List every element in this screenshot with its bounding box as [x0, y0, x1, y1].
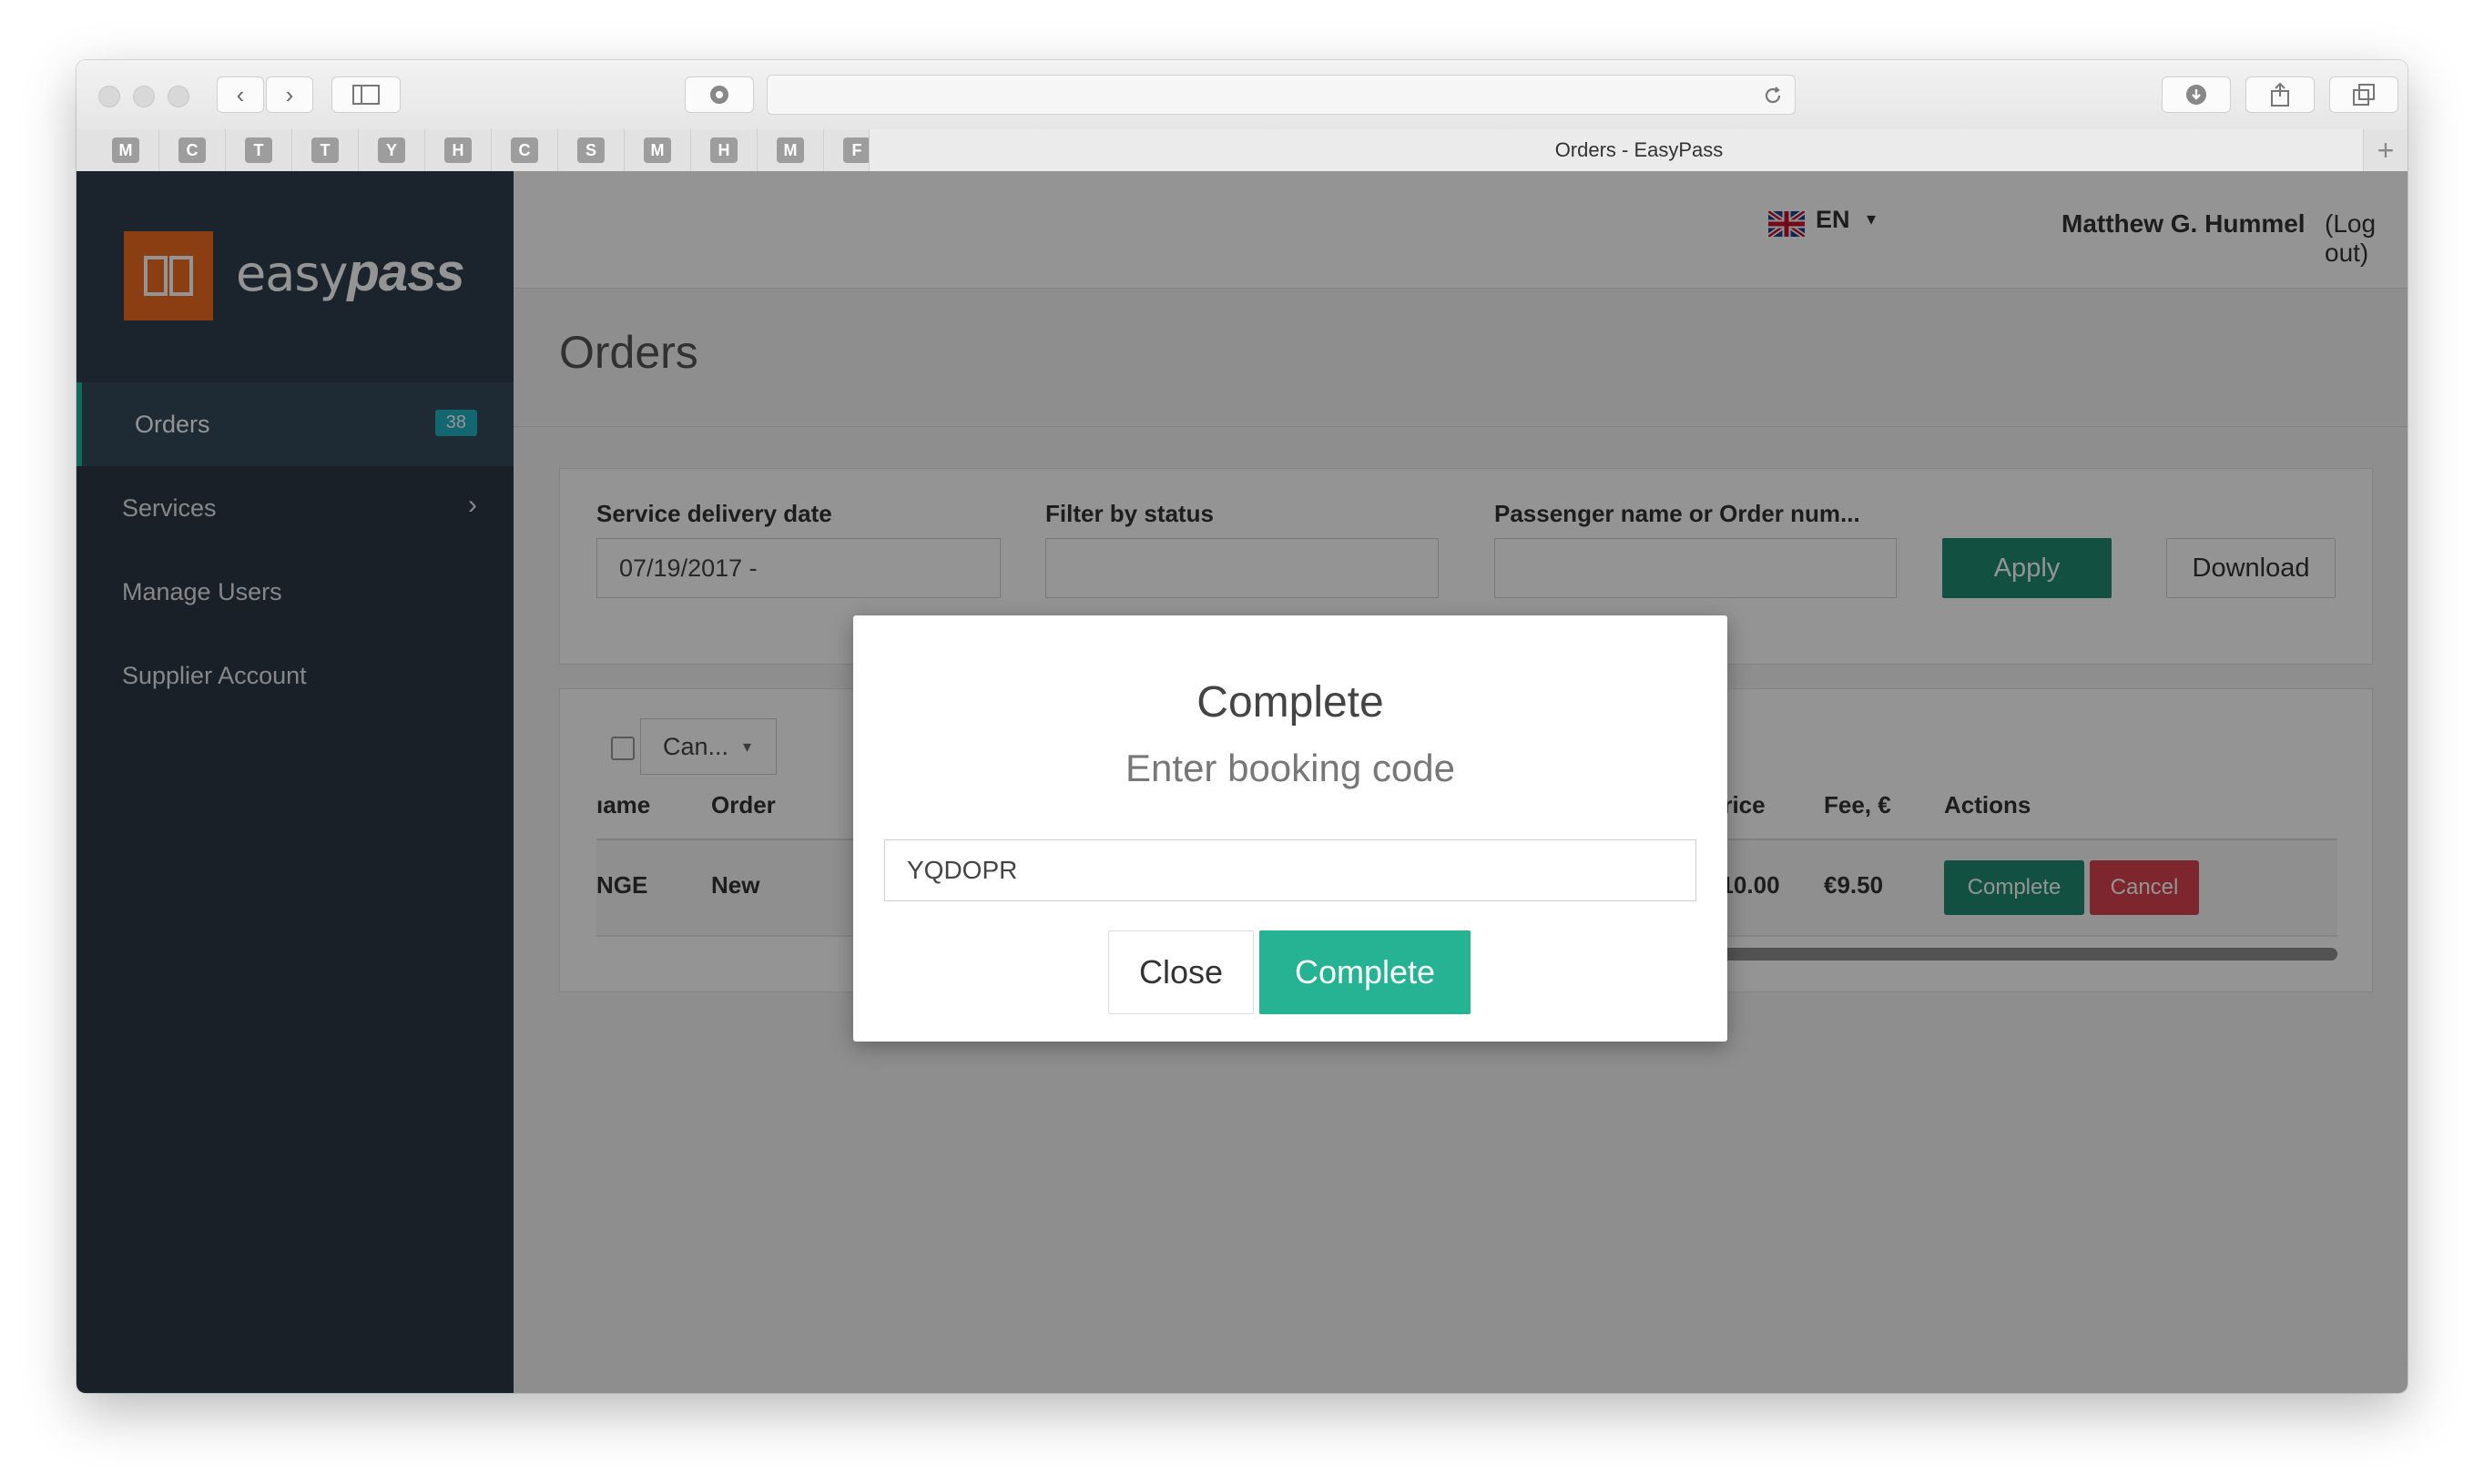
browser-window: ‹ › M C T T Y H C S M H M F Orders - Eas… [76, 60, 2408, 1393]
minimize-window-button[interactable] [133, 86, 155, 107]
new-tab-button[interactable]: + [2363, 129, 2408, 171]
forward-button[interactable]: › [266, 76, 313, 113]
modal-title: Complete [1196, 678, 1384, 727]
pinned-tab[interactable]: T [226, 129, 292, 171]
shield-icon [710, 86, 728, 104]
pinned-tab[interactable]: H [691, 129, 758, 171]
sidebar-icon [352, 85, 380, 105]
booking-code-input[interactable]: YQDOPR [884, 839, 1696, 901]
share-icon [2271, 82, 2289, 107]
pinned-tab[interactable]: C [492, 129, 558, 171]
pinned-tab[interactable]: H [425, 129, 492, 171]
pinned-tab[interactable]: C [159, 129, 226, 171]
pinned-tab[interactable]: S [558, 129, 625, 171]
pinned-tab[interactable]: Y [359, 129, 425, 171]
chevron-right-icon: › [285, 80, 294, 108]
address-bar[interactable] [767, 75, 1796, 115]
back-button[interactable]: ‹ [217, 76, 264, 113]
tabs-icon [2353, 84, 2375, 106]
complete-booking-modal: Complete Enter booking code YQDOPR Close… [853, 615, 1727, 1042]
pinned-tab[interactable]: M [625, 129, 691, 171]
privacy-button[interactable] [685, 76, 754, 113]
downloads-button[interactable] [2162, 76, 2231, 113]
modal-subtitle: Enter booking code [1125, 747, 1455, 789]
tab-bar: M C T T Y H C S M H M F Orders - EasyPas… [76, 129, 2408, 172]
browser-toolbar: ‹ › [76, 60, 2408, 130]
share-button[interactable] [2245, 76, 2315, 113]
pinned-tab[interactable]: T [292, 129, 359, 171]
tab-title: Orders - EasyPass [1554, 138, 1724, 161]
modal-complete-button[interactable]: Complete [1259, 930, 1471, 1014]
sidebar-toggle-button[interactable] [331, 76, 401, 113]
pinned-tab[interactable]: M [758, 129, 824, 171]
zoom-window-button[interactable] [168, 86, 189, 107]
close-window-button[interactable] [98, 86, 120, 107]
plus-icon: + [2377, 133, 2395, 167]
chevron-left-icon: ‹ [236, 80, 245, 108]
download-icon [2186, 85, 2206, 105]
pinned-favicons: M C T T Y H C S M H M F [93, 129, 891, 171]
pinned-tab[interactable]: M [93, 129, 159, 171]
reload-icon[interactable] [1762, 85, 1784, 107]
modal-close-button[interactable]: Close [1108, 930, 1254, 1014]
active-tab[interactable]: Orders - EasyPass [869, 129, 2408, 171]
tabs-overview-button[interactable] [2329, 76, 2398, 113]
